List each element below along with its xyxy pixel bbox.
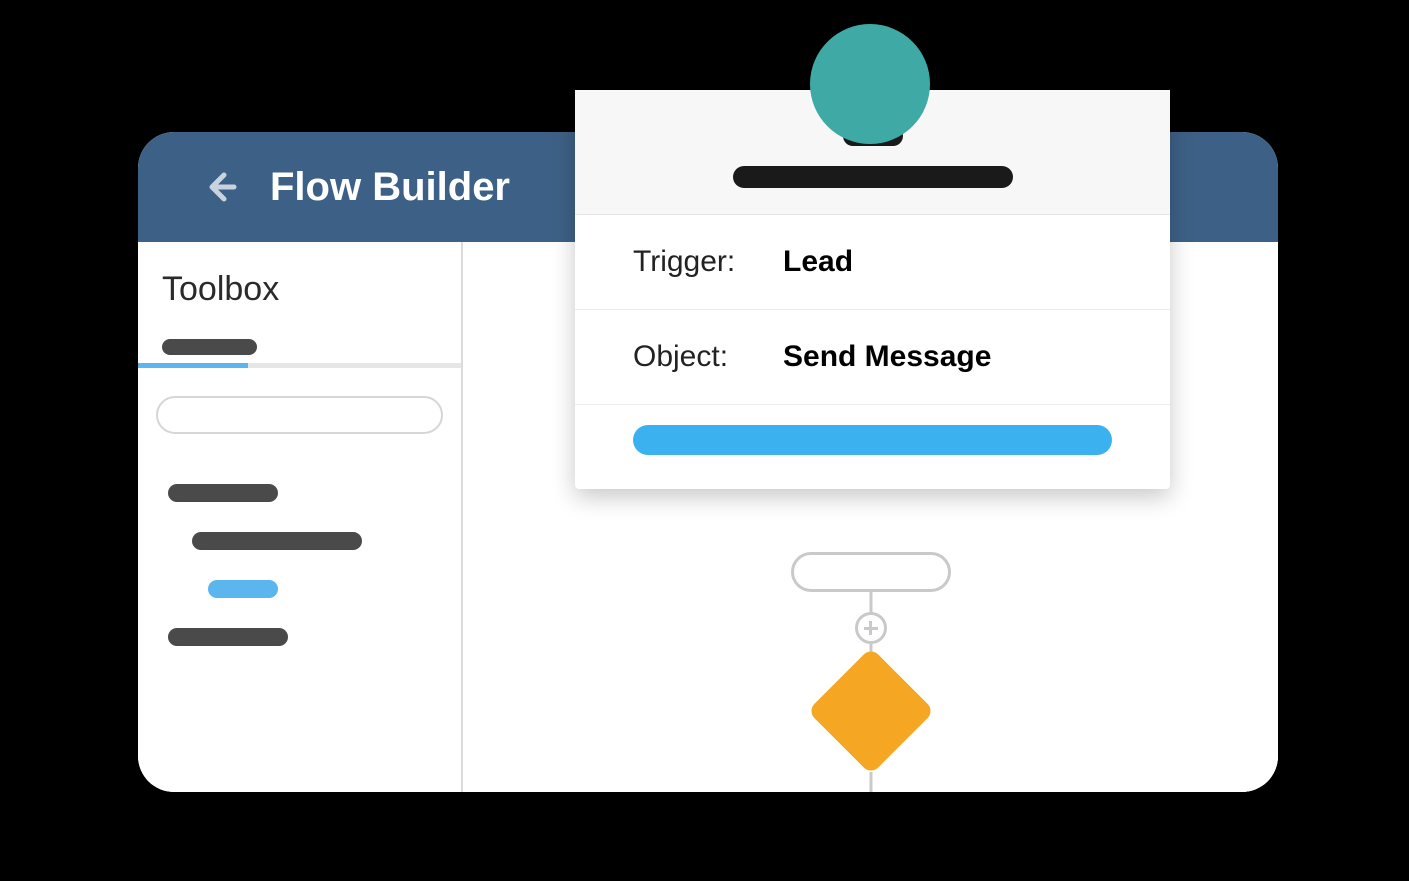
tab-label-placeholder	[162, 339, 257, 355]
arrow-left-icon	[200, 167, 240, 207]
panel-action-area	[575, 405, 1170, 489]
trigger-value: Lead	[783, 245, 853, 279]
flow-connector	[869, 772, 872, 792]
flow-connector	[869, 592, 872, 614]
object-label: Object:	[633, 340, 783, 374]
toolbox-title: Toolbox	[138, 270, 461, 339]
toolbox-item-list	[138, 484, 461, 646]
decision-node[interactable]	[807, 647, 934, 774]
decorative-circle	[810, 24, 930, 144]
page-title: Flow Builder	[270, 165, 510, 210]
object-row: Object: Send Message	[575, 310, 1170, 405]
node-properties-panel: Trigger: Lead Object: Send Message	[575, 90, 1170, 489]
toolbox-item[interactable]	[168, 628, 288, 646]
toolbox-search-input[interactable]	[156, 396, 443, 434]
tab-underline-active	[138, 363, 248, 368]
add-node-button[interactable]	[855, 612, 887, 644]
toolbox-sidebar: Toolbox	[138, 242, 463, 792]
object-value: Send Message	[783, 340, 991, 374]
back-button[interactable]	[198, 165, 242, 209]
panel-title-placeholder	[733, 166, 1013, 188]
tab-underline	[138, 363, 461, 368]
trigger-row: Trigger: Lead	[575, 215, 1170, 310]
trigger-label: Trigger:	[633, 245, 783, 279]
toolbox-item[interactable]	[168, 484, 278, 502]
toolbox-item-selected[interactable]	[208, 580, 278, 598]
toolbox-tab[interactable]	[138, 339, 461, 363]
primary-action-button[interactable]	[633, 425, 1112, 455]
flow-start-node[interactable]	[791, 552, 951, 592]
toolbox-item[interactable]	[192, 532, 362, 550]
